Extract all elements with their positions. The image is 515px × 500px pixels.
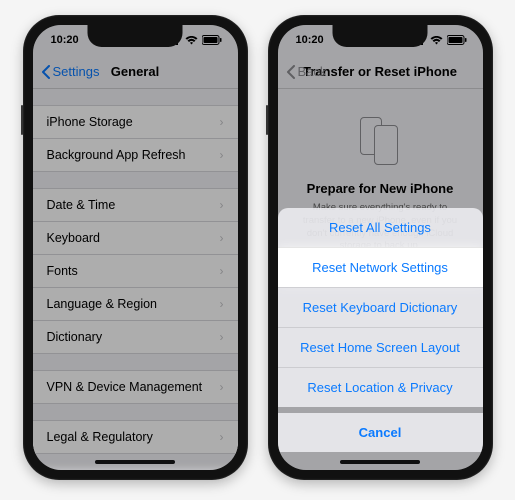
wifi-icon — [430, 36, 443, 45]
reset-action-sheet: Reset All SettingsReset Network Settings… — [278, 208, 483, 470]
settings-row-iphone-storage[interactable]: iPhone Storage › — [33, 105, 238, 138]
screen-left: 10:20 Settings General iPhone Storage›Ba… — [33, 25, 238, 470]
nav-back-label: Settings — [53, 64, 100, 79]
nav-back-settings[interactable]: Settings — [41, 64, 100, 79]
sheet-option-reset-location[interactable]: Reset Location & Privacy — [278, 367, 483, 407]
chevron-right-icon: › — [220, 297, 224, 311]
home-indicator[interactable] — [340, 460, 420, 464]
status-time: 10:20 — [51, 34, 79, 46]
nav-bar: Settings General — [33, 55, 238, 89]
settings-row-keyboard[interactable]: Keyboard › — [33, 221, 238, 254]
chevron-right-icon: › — [220, 198, 224, 212]
settings-row-legal-regulatory[interactable]: Legal & Regulatory › — [33, 420, 238, 454]
wifi-icon — [185, 36, 198, 45]
sheet-option-reset-network[interactable]: Reset Network Settings — [278, 247, 483, 287]
notch — [88, 25, 183, 47]
chevron-right-icon: › — [220, 148, 224, 162]
settings-row-dictionary[interactable]: Dictionary › — [33, 320, 238, 354]
chevron-left-icon — [286, 65, 296, 79]
notch — [333, 25, 428, 47]
row-label: Keyboard — [47, 231, 101, 245]
home-indicator[interactable] — [95, 460, 175, 464]
row-label: iPhone Storage — [47, 115, 133, 129]
chevron-right-icon: › — [220, 380, 224, 394]
battery-icon — [447, 35, 467, 45]
devices-illustration — [358, 117, 402, 167]
chevron-right-icon: › — [220, 264, 224, 278]
chevron-right-icon: › — [220, 330, 224, 344]
screen-right: 10:20 Back Transfer or Reset iPhone Prep… — [278, 25, 483, 470]
row-label: Background App Refresh — [47, 148, 186, 162]
phone-mockup-left: 10:20 Settings General iPhone Storage›Ba… — [23, 15, 248, 480]
chevron-right-icon: › — [220, 430, 224, 444]
prepare-title: Prepare for New iPhone — [298, 181, 463, 196]
row-label: Dictionary — [47, 330, 103, 344]
battery-icon — [202, 35, 222, 45]
sheet-option-reset-all[interactable]: Reset All Settings — [278, 208, 483, 247]
settings-row-vpn-device-mgmt[interactable]: VPN & Device Management › — [33, 370, 238, 404]
cancel-button[interactable]: Cancel — [278, 413, 483, 452]
chevron-right-icon: › — [220, 115, 224, 129]
row-label: Language & Region — [47, 297, 158, 311]
status-time: 10:20 — [296, 34, 324, 46]
nav-back-button[interactable]: Back — [286, 64, 327, 79]
settings-row-date-time[interactable]: Date & Time › — [33, 188, 238, 221]
settings-row-fonts[interactable]: Fonts › — [33, 254, 238, 287]
chevron-left-icon — [41, 65, 51, 79]
nav-bar: Back Transfer or Reset iPhone — [278, 55, 483, 89]
settings-row-language-region[interactable]: Language & Region › — [33, 287, 238, 320]
row-label: VPN & Device Management — [47, 380, 203, 394]
nav-back-label: Back — [298, 64, 327, 79]
row-label: Date & Time — [47, 198, 116, 212]
settings-row-background-app-refresh[interactable]: Background App Refresh › — [33, 138, 238, 172]
settings-content: iPhone Storage›Background App Refresh›Da… — [33, 89, 238, 470]
sheet-option-reset-home[interactable]: Reset Home Screen Layout — [278, 327, 483, 367]
row-label: Fonts — [47, 264, 78, 278]
sheet-option-reset-keyboard[interactable]: Reset Keyboard Dictionary — [278, 287, 483, 327]
chevron-right-icon: › — [220, 231, 224, 245]
row-label: Legal & Regulatory — [47, 430, 153, 444]
phone-mockup-right: 10:20 Back Transfer or Reset iPhone Prep… — [268, 15, 493, 480]
